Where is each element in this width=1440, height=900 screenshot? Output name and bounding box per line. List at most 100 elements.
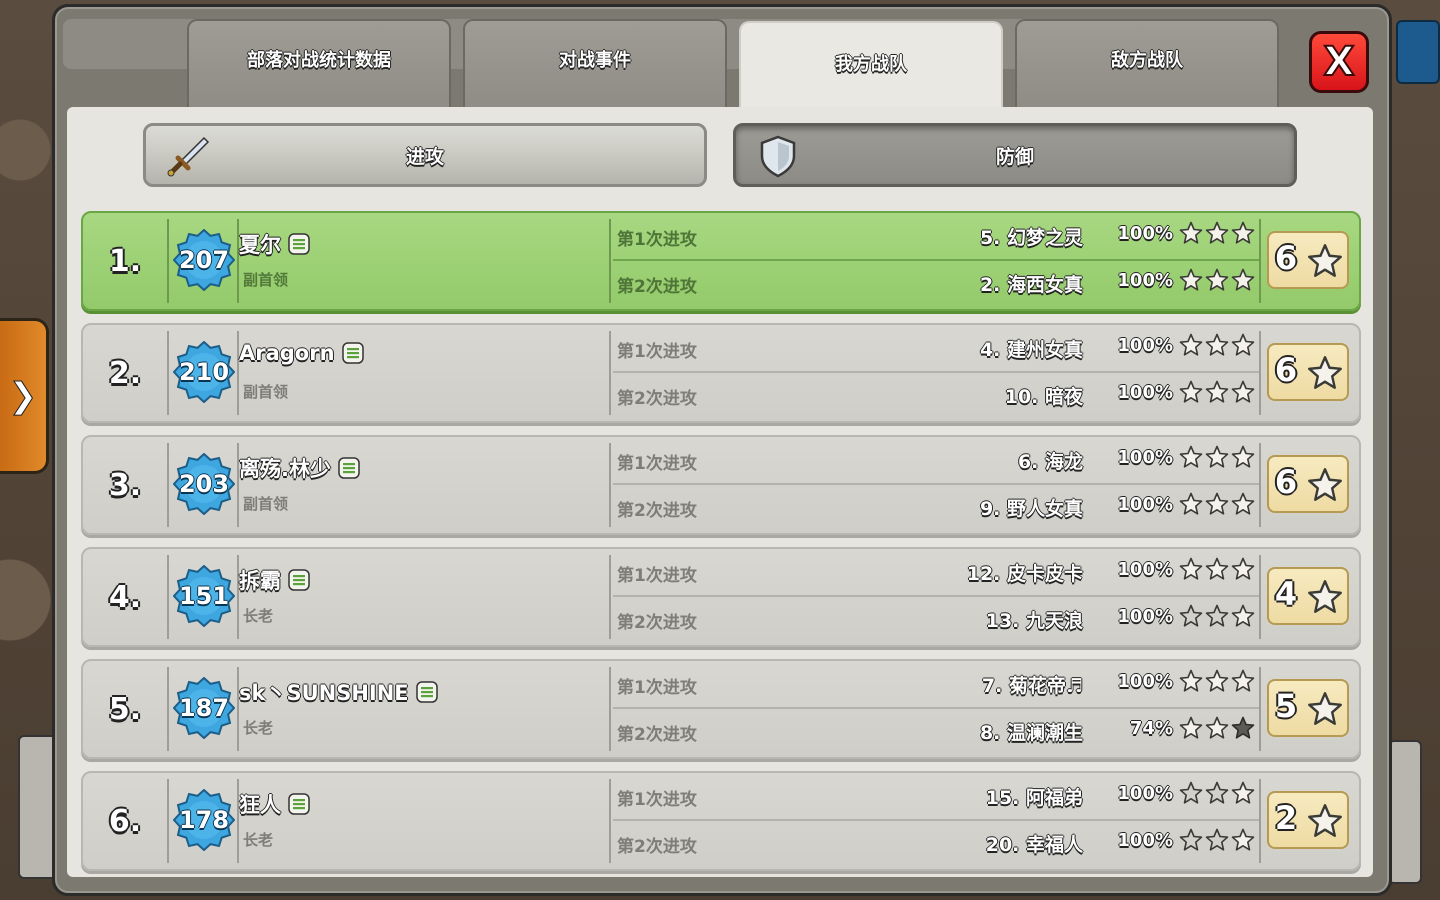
star-icon (1179, 557, 1203, 580)
attack-stars (1179, 380, 1255, 404)
attack-entry[interactable]: 第1次进攻 6. 海龙 100% (613, 437, 1259, 485)
divider (609, 331, 611, 415)
attack-entry[interactable]: 第2次进攻 20. 幸福人 100% (613, 820, 1259, 866)
attack-percent: 100% (1117, 223, 1173, 244)
total-stars-count: 5 (1274, 687, 1298, 725)
member-name[interactable]: 夏尔 (239, 229, 281, 259)
attack-stars (1179, 604, 1255, 628)
chat-icon[interactable] (287, 568, 311, 592)
close-button[interactable]: X (1309, 31, 1369, 93)
tab-war-stats[interactable]: 部落对战统计数据 (187, 19, 451, 109)
total-stars-count: 6 (1274, 351, 1298, 389)
member-name-group: Aragorn (239, 341, 365, 365)
attack-stars (1179, 828, 1255, 852)
attack-entry[interactable]: 第2次进攻 8. 温澜潮生 74% (613, 708, 1259, 754)
attack-entry[interactable]: 第2次进攻 10. 暗夜 100% (613, 372, 1259, 418)
divider (167, 555, 169, 639)
divider (1259, 443, 1261, 527)
chat-icon[interactable] (415, 680, 439, 704)
attack-entry[interactable]: 第2次进攻 13. 九天浪 100% (613, 596, 1259, 642)
divider (167, 779, 169, 863)
member-level: 207 (178, 246, 230, 274)
star-icon (1179, 445, 1203, 468)
tab-enemy-team[interactable]: 敌方战队 (1015, 19, 1279, 109)
attack-percent: 100% (1117, 494, 1173, 515)
team-content-panel: 进攻 防御 1. 207 夏尔 副首领 第1次进攻 5. 幻梦之灵 100% 第2… (67, 107, 1373, 877)
member-role: 副首领 (243, 495, 289, 513)
star-icon (1179, 268, 1203, 291)
attack-percent: 100% (1117, 335, 1173, 356)
chat-icon[interactable] (287, 232, 311, 256)
star-icon (1231, 669, 1255, 692)
attack-target: 10. 暗夜 (1004, 386, 1083, 408)
member-row[interactable]: 4. 151 拆霸 长老 第1次进攻 12. 皮卡皮卡 100% 第2次进攻 13… (81, 547, 1361, 647)
attack-filter-button[interactable]: 进攻 (143, 123, 707, 187)
star-icon (1205, 380, 1229, 403)
member-name-group: sk丶SUNSHINE (239, 677, 439, 707)
star-icon (1179, 604, 1203, 627)
member-row[interactable]: 1. 207 夏尔 副首领 第1次进攻 5. 幻梦之灵 100% 第2次进攻 2.… (81, 211, 1361, 311)
attack-percent: 74% (1129, 718, 1173, 739)
attack-entry[interactable]: 第1次进攻 12. 皮卡皮卡 100% (613, 549, 1259, 597)
member-name[interactable]: sk丶SUNSHINE (239, 677, 409, 707)
star-icon (1205, 221, 1229, 244)
attack-percent: 100% (1117, 830, 1173, 851)
attack-entry[interactable]: 第1次进攻 15. 阿福弟 100% (613, 773, 1259, 821)
attack-entry[interactable]: 第2次进攻 2. 海西女真 100% (613, 260, 1259, 306)
divider (609, 667, 611, 751)
member-name[interactable]: 狂人 (239, 789, 281, 819)
attack-target: 13. 九天浪 (985, 610, 1083, 632)
divider (1259, 667, 1261, 751)
attack-target: 2. 海西女真 (979, 274, 1083, 296)
attack-target: 5. 幻梦之灵 (979, 227, 1083, 249)
chat-icon[interactable] (287, 792, 311, 816)
attack-entry[interactable]: 第2次进攻 9. 野人女真 100% (613, 484, 1259, 530)
member-row[interactable]: 6. 178 狂人 长老 第1次进攻 15. 阿福弟 100% 第2次进攻 20.… (81, 771, 1361, 871)
member-role: 长老 (243, 607, 274, 625)
member-row[interactable]: 3. 203 离殇.林少 副首领 第1次进攻 6. 海龙 100% 第2次进攻 9… (81, 435, 1361, 535)
attack-entry[interactable]: 第1次进攻 4. 建州女真 100% (613, 325, 1259, 373)
member-row[interactable]: 2. 210 Aragorn 副首领 第1次进攻 4. 建州女真 100% 第2次… (81, 323, 1361, 423)
total-stars-box: 4 (1267, 567, 1349, 625)
star-icon (1205, 669, 1229, 692)
star-icon (1179, 781, 1203, 804)
attack-target: 12. 皮卡皮卡 (966, 563, 1083, 585)
attack-stars (1179, 333, 1255, 357)
member-name-group: 拆霸 (239, 565, 311, 595)
star-icon (1231, 492, 1255, 515)
side-expand-button[interactable]: ❯ (0, 318, 49, 474)
member-role: 长老 (243, 719, 274, 737)
attack-percent: 100% (1117, 783, 1173, 804)
member-name[interactable]: 拆霸 (239, 565, 281, 595)
total-stars-box: 6 (1267, 231, 1349, 289)
member-row[interactable]: 5. 187 sk丶SUNSHINE 长老 第1次进攻 7. 菊花帝♬ 100% … (81, 659, 1361, 759)
star-icon (1205, 716, 1229, 739)
attack-entry[interactable]: 第1次进攻 7. 菊花帝♬ 100% (613, 661, 1259, 709)
member-name[interactable]: Aragorn (239, 341, 335, 365)
attack-percent: 100% (1117, 606, 1173, 627)
attack-target: 15. 阿福弟 (985, 787, 1083, 809)
attack-target: 4. 建州女真 (979, 339, 1083, 361)
attack-label: 第2次进攻 (617, 613, 697, 633)
total-stars-count: 4 (1274, 575, 1298, 613)
defense-filter-button[interactable]: 防御 (733, 123, 1297, 187)
total-stars-count: 6 (1274, 239, 1298, 277)
star-icon (1179, 333, 1203, 356)
member-name[interactable]: 离殇.林少 (239, 453, 331, 483)
chat-icon[interactable] (341, 341, 365, 365)
divider (609, 219, 611, 303)
member-level: 151 (178, 582, 230, 610)
star-icon (1231, 221, 1255, 244)
tab-my-team[interactable]: 我方战队 (739, 21, 1003, 115)
attack-label: 第2次进攻 (617, 501, 697, 521)
attack-entry[interactable]: 第1次进攻 5. 幻梦之灵 100% (613, 213, 1259, 261)
attack-label: 第1次进攻 (617, 566, 697, 586)
star-icon (1231, 604, 1255, 627)
chat-icon[interactable] (337, 456, 361, 480)
star-icon (1231, 445, 1255, 468)
tab-war-events[interactable]: 对战事件 (463, 19, 727, 109)
member-rank: 6. (108, 803, 142, 839)
attack-stars (1179, 669, 1255, 693)
member-rank: 3. (108, 467, 142, 503)
attack-stars (1179, 492, 1255, 516)
